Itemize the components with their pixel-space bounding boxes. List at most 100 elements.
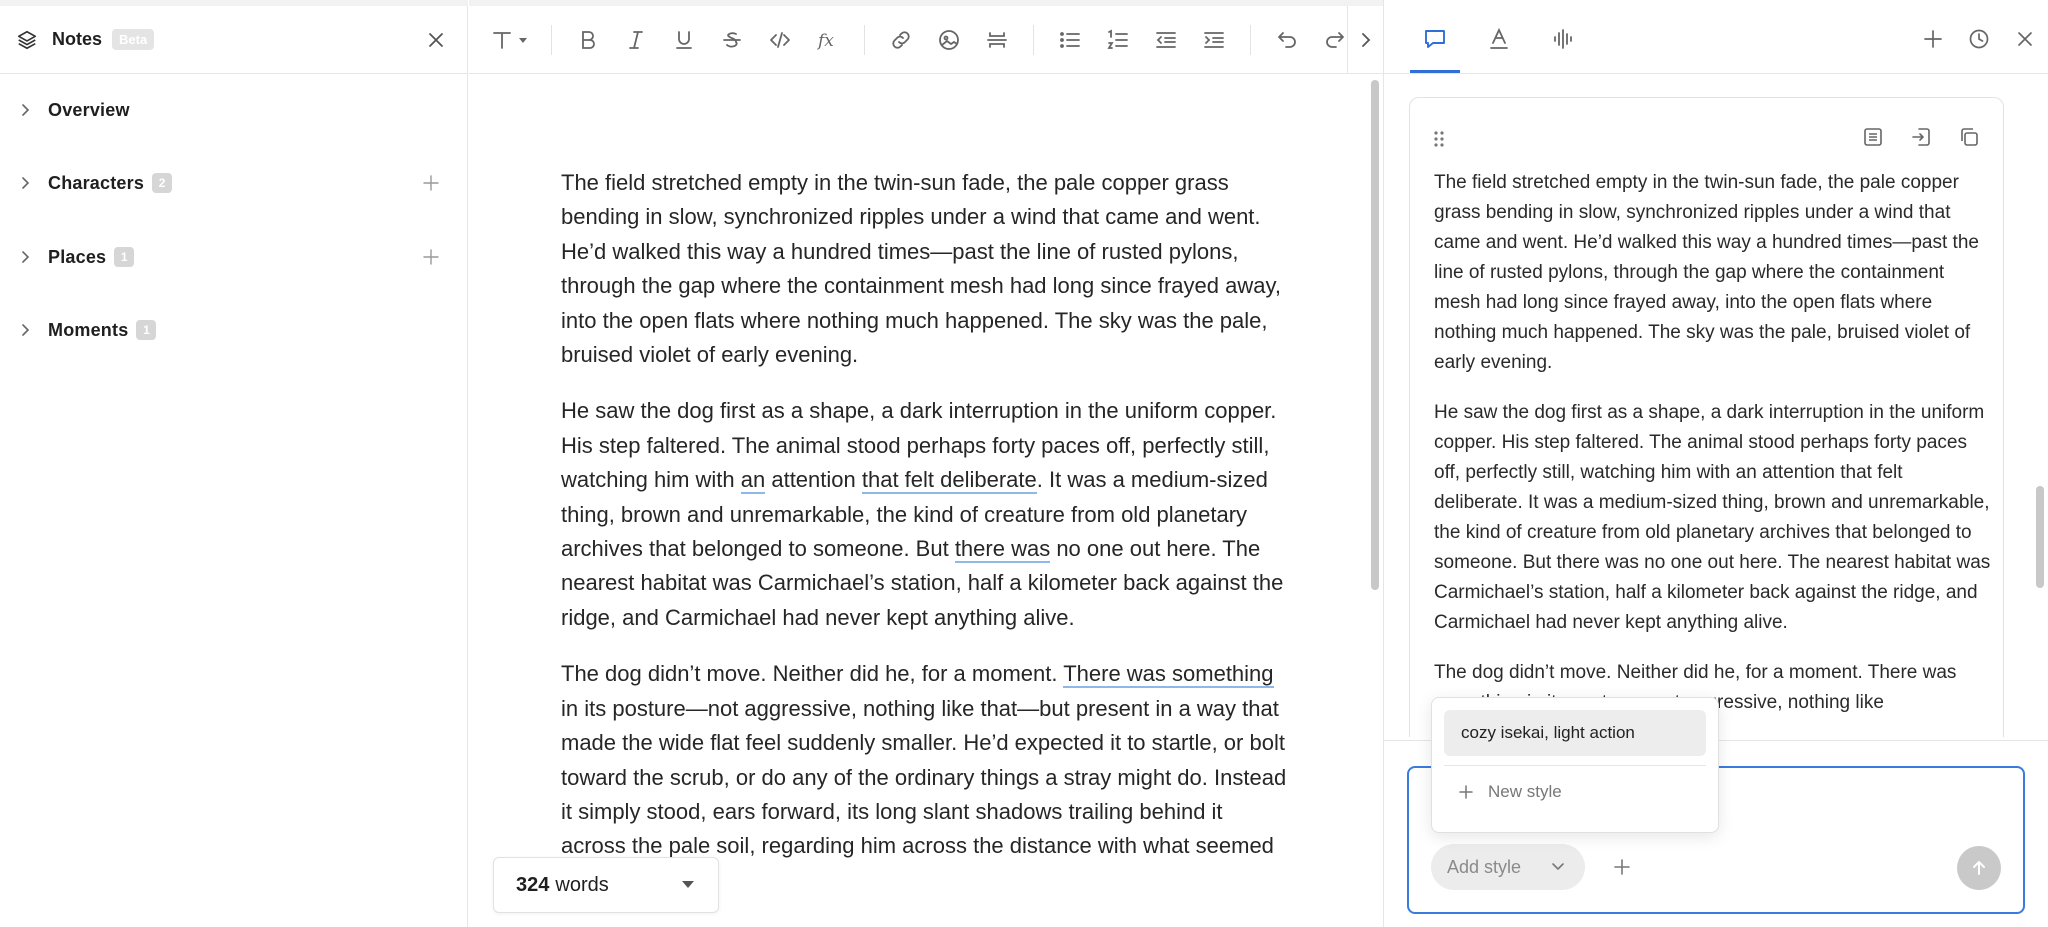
add-style-label: Add style xyxy=(1447,856,1522,877)
bullet-list-button[interactable] xyxy=(1058,28,1082,52)
word-count-number: 324 xyxy=(516,873,550,896)
formula-button[interactable]: fx xyxy=(816,28,840,52)
copy-icon[interactable] xyxy=(1958,126,1980,148)
divider-button[interactable] xyxy=(985,28,1009,52)
word-count-label: words xyxy=(555,873,609,896)
add-style-button[interactable]: Add style xyxy=(1431,844,1585,890)
style-option[interactable]: cozy isekai, light action xyxy=(1444,710,1706,756)
plus-icon xyxy=(1459,785,1473,799)
sidebar-item-label: Places xyxy=(48,246,107,267)
plus-icon[interactable] xyxy=(422,174,440,192)
sidebar-item-overview[interactable]: Overview xyxy=(0,90,468,130)
panel-header xyxy=(1384,0,2048,74)
editor-scrollbar[interactable] xyxy=(1371,80,1379,590)
count-badge: 1 xyxy=(136,320,157,340)
caret-down-icon xyxy=(682,881,694,888)
italic-button[interactable] xyxy=(624,28,648,52)
history-icon[interactable] xyxy=(1968,28,1990,50)
text-style-icon xyxy=(493,31,511,49)
text-run: attention xyxy=(765,467,862,493)
suggestion-underline[interactable]: that felt deliberate xyxy=(861,467,1037,495)
plus-icon[interactable] xyxy=(1612,857,1632,877)
sidebar-item-label: Overview xyxy=(48,99,130,120)
text-color-icon[interactable] xyxy=(1486,26,1512,52)
bold-icon xyxy=(582,30,595,49)
close-icon[interactable] xyxy=(2014,28,2036,50)
word-count-dropdown[interactable]: 324 words xyxy=(493,857,719,913)
image-icon xyxy=(939,29,959,50)
new-style-label: New style xyxy=(1488,782,1562,801)
indent-button[interactable] xyxy=(1202,28,1226,52)
numbered-list-icon xyxy=(1107,29,1128,49)
drag-handle-icon[interactable] xyxy=(1432,130,1446,148)
chevron-right-icon xyxy=(22,177,30,189)
paragraph: He saw the dog first as a shape, a dark … xyxy=(1434,402,1991,633)
close-icon[interactable] xyxy=(426,30,446,50)
chat-icon[interactable] xyxy=(1422,26,1448,52)
sidebar-item-label: Moments xyxy=(48,319,129,340)
indent-icon xyxy=(1204,31,1224,48)
audio-waveform-icon[interactable] xyxy=(1550,26,1576,52)
bold-button[interactable] xyxy=(576,28,600,52)
toolbar-separator xyxy=(1033,24,1034,55)
beta-badge: Beta xyxy=(112,29,155,50)
chevron-right-icon xyxy=(22,104,30,116)
layers-icon xyxy=(17,30,37,49)
chevron-right-icon xyxy=(22,324,30,336)
editor-document[interactable]: The field stretched empty in the twin-su… xyxy=(561,166,1291,920)
sidebar-item-moments[interactable]: Moments 1 xyxy=(0,310,468,350)
suggestion-underline[interactable]: there was xyxy=(954,536,1051,564)
redo-button[interactable] xyxy=(1323,28,1347,52)
strikethrough-button[interactable] xyxy=(720,28,744,52)
response-text: The field stretched empty in the twin-su… xyxy=(1434,168,1994,737)
chevron-right-icon xyxy=(22,251,30,263)
underline-button[interactable] xyxy=(672,28,696,52)
toolbar-separator xyxy=(864,24,865,55)
sidebar-title: Notes xyxy=(52,29,103,49)
toolbar-separator xyxy=(551,24,552,55)
text-style-button[interactable] xyxy=(491,29,529,51)
link-icon xyxy=(892,30,910,49)
formatting-toolbar: fx xyxy=(469,6,1383,74)
undo-button[interactable] xyxy=(1275,28,1299,52)
image-button[interactable] xyxy=(937,28,961,52)
sidebar-header: Notes Beta xyxy=(0,6,468,74)
svg-text:fx: fx xyxy=(816,31,834,51)
paragraph: The field stretched empty in the twin-su… xyxy=(1434,172,1979,373)
send-button[interactable] xyxy=(1957,846,2001,890)
divider-icon xyxy=(987,31,1007,48)
insert-icon[interactable] xyxy=(1910,126,1932,148)
code-icon xyxy=(770,31,790,48)
paragraph: He saw the dog first as a shape, a dark … xyxy=(561,394,1291,635)
italic-icon xyxy=(629,30,643,49)
panel-scrollbar[interactable] xyxy=(2036,486,2044,588)
count-badge: 2 xyxy=(152,173,173,193)
bullet-list-icon xyxy=(1060,31,1080,48)
new-style-button[interactable]: New style xyxy=(1458,782,1562,802)
sidebar-item-characters[interactable]: Characters 2 xyxy=(0,163,468,203)
chevron-right-icon xyxy=(1361,33,1370,47)
paragraph: The field stretched empty in the twin-su… xyxy=(561,170,1281,368)
suggestion-underline[interactable]: There was something xyxy=(1063,661,1274,689)
response-card: The field stretched empty in the twin-su… xyxy=(1409,97,2004,737)
link-button[interactable] xyxy=(889,28,913,52)
sidebar-item-places[interactable]: Places 1 xyxy=(0,237,468,277)
compare-icon[interactable] xyxy=(1862,126,1884,148)
plus-icon[interactable] xyxy=(422,248,440,266)
editor-pane: fx The field stretched empty in the twin… xyxy=(469,0,1383,927)
chevron-down-icon xyxy=(1552,863,1564,871)
toolbar-separator xyxy=(1250,24,1251,55)
count-badge: 1 xyxy=(114,247,135,267)
outdent-button[interactable] xyxy=(1154,28,1178,52)
suggestion-underline[interactable]: an xyxy=(740,467,766,495)
numbered-list-button[interactable] xyxy=(1106,28,1130,52)
redo-icon xyxy=(1326,31,1344,48)
undo-icon xyxy=(1278,31,1296,48)
toolbar-more-button[interactable] xyxy=(1347,6,1383,74)
code-button[interactable] xyxy=(768,28,792,52)
outdent-icon xyxy=(1156,31,1176,48)
plus-icon[interactable] xyxy=(1922,28,1944,50)
underline-icon xyxy=(676,30,692,49)
caret-down-icon xyxy=(519,37,527,43)
strikethrough-icon xyxy=(723,31,741,47)
